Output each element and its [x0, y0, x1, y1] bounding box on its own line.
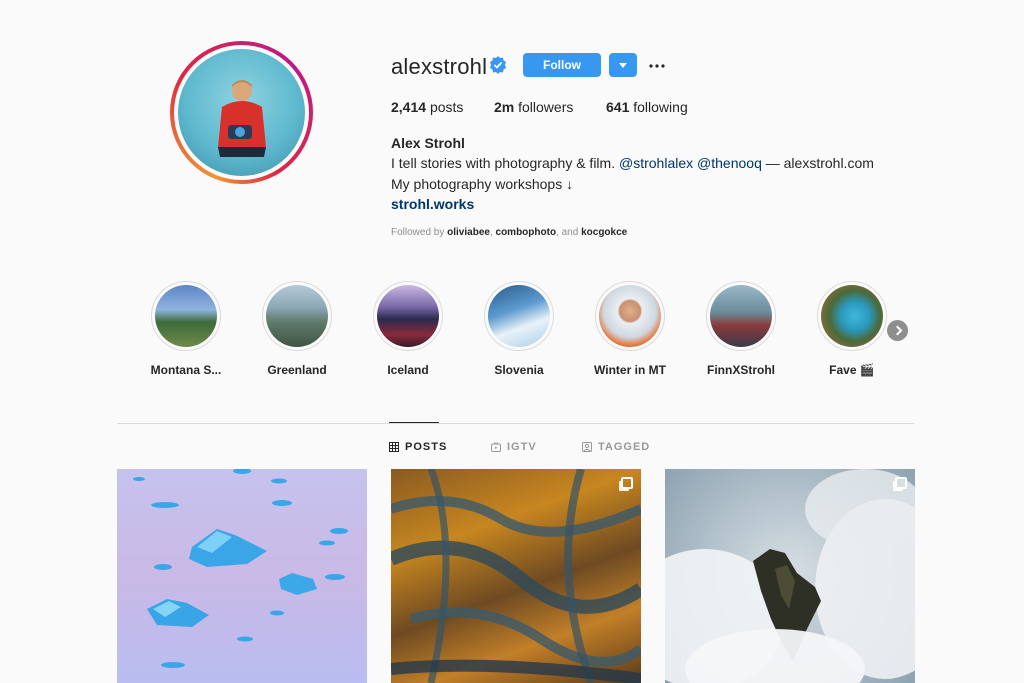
follower-link[interactable]: oliviabee — [447, 227, 490, 238]
tab-label: IGTV — [507, 441, 537, 453]
chevron-right-icon[interactable] — [887, 320, 908, 341]
highlight-ring — [373, 281, 443, 351]
avatar — [178, 49, 305, 176]
ellipsis-icon — [649, 64, 665, 68]
followers-label: followers — [518, 99, 574, 115]
highlight-image — [821, 285, 883, 347]
bio-website-text: — alexstrohl.com — [761, 155, 874, 171]
bio-line-1: I tell stories with photography & film. … — [391, 155, 874, 171]
following-label: following — [633, 99, 688, 115]
highlight-item[interactable]: Greenland — [257, 281, 337, 377]
following-count-value: 641 — [606, 99, 630, 115]
highlight-image — [488, 285, 550, 347]
posts-count-value: 2,414 — [391, 99, 427, 115]
igtv-icon — [491, 442, 501, 452]
avatar-person-image — [218, 80, 266, 157]
highlight-label: FinnXStrohl — [707, 363, 775, 377]
highlight-ring — [817, 281, 887, 351]
profile-avatar-ring[interactable] — [170, 41, 313, 184]
highlight-label: Greenland — [267, 363, 327, 377]
bio-line-2: My photography workshops ↓ — [391, 176, 574, 192]
verified-badge-icon — [490, 56, 506, 74]
highlight-label: Fave 🎬 — [829, 363, 875, 377]
highlight-ring — [595, 281, 665, 351]
following-count[interactable]: 641 following — [606, 99, 688, 115]
highlight-item[interactable]: Iceland — [368, 281, 448, 377]
highlight-item[interactable]: Montana S... — [146, 281, 226, 377]
tab-igtv[interactable]: IGTV — [491, 441, 537, 453]
highlight-image — [599, 285, 661, 347]
avatar-inner — [174, 45, 309, 180]
highlight-image — [266, 285, 328, 347]
followed-by: Followed by oliviabee, combophoto, and k… — [391, 227, 627, 238]
post-thumbnail[interactable] — [665, 469, 915, 683]
mention-link[interactable]: @strohlalex — [619, 155, 693, 171]
follower-link[interactable]: combophoto — [496, 227, 557, 238]
carousel-icon — [895, 477, 907, 489]
post-thumbnail[interactable] — [117, 469, 367, 683]
username: alexstrohl — [391, 54, 488, 79]
highlight-image — [377, 285, 439, 347]
follower-link[interactable]: kocgokce — [581, 227, 627, 238]
mention-link[interactable]: @thenooq — [697, 155, 762, 171]
posts-label: posts — [429, 99, 464, 115]
icebergs-image — [133, 469, 348, 668]
highlight-ring — [151, 281, 221, 351]
highlight-item[interactable]: Winter in MT — [590, 281, 670, 377]
post-thumbnail[interactable] — [391, 469, 641, 683]
highlight-image — [155, 285, 217, 347]
follow-button[interactable]: Follow — [523, 53, 601, 77]
tabs-divider — [117, 423, 914, 424]
highlight-ring — [484, 281, 554, 351]
posts-count: 2,414 posts — [391, 99, 463, 115]
bio-link[interactable]: strohl.works — [391, 196, 474, 212]
highlight-ring — [262, 281, 332, 351]
highlight-label: Slovenia — [494, 363, 544, 377]
highlight-ring — [706, 281, 776, 351]
highlight-item[interactable]: Fave 🎬 — [812, 281, 892, 377]
tagged-icon — [582, 442, 592, 452]
highlight-item[interactable]: Slovenia — [479, 281, 559, 377]
carousel-icon — [621, 477, 633, 489]
follow-options-button[interactable] — [609, 53, 637, 77]
tab-tagged[interactable]: TAGGED — [582, 441, 650, 453]
tab-posts[interactable]: POSTS — [389, 441, 447, 453]
bio-text: I tell stories with photography & film. — [391, 155, 619, 171]
active-tab-indicator — [389, 422, 439, 423]
highlight-item[interactable]: FinnXStrohl — [701, 281, 781, 377]
tab-label: POSTS — [405, 441, 448, 453]
highlight-image — [710, 285, 772, 347]
followers-count-value: 2m — [494, 99, 515, 115]
highlight-label: Winter in MT — [594, 363, 666, 377]
full-name: Alex Strohl — [391, 135, 465, 151]
highlight-label: Iceland — [387, 363, 429, 377]
river-delta-image — [391, 469, 641, 683]
followed-by-prefix: Followed by — [391, 227, 448, 238]
mountain-in-clouds-image — [665, 469, 915, 683]
grid-icon — [389, 442, 399, 452]
more-options-icon[interactable] — [649, 58, 667, 70]
highlight-label: Montana S... — [150, 363, 222, 377]
separator: , and — [556, 227, 582, 238]
followers-count[interactable]: 2m followers — [494, 99, 573, 115]
tab-label: TAGGED — [598, 441, 651, 453]
